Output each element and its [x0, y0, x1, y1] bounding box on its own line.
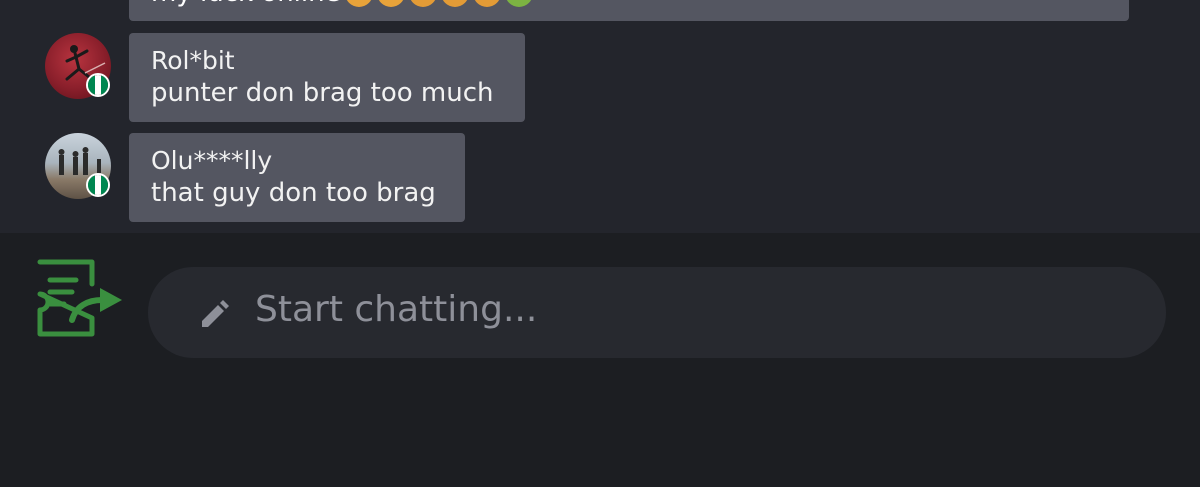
message-text: punter don brag too much: [151, 78, 494, 108]
sender-name: Olu****lly: [151, 146, 273, 175]
bet-slip-share-icon[interactable]: [36, 258, 124, 338]
chat-bubble: my luck online: [129, 0, 1129, 21]
crying-emoji-icon: [376, 0, 405, 7]
nauseated-emoji-icon: [504, 0, 533, 7]
weary-emoji-icon: [408, 0, 437, 7]
chat-bubble: Rol*bit punter don brag too much: [129, 33, 525, 122]
message-text: that guy don too brag: [151, 178, 436, 208]
chat-input-placeholder: Start chatting...: [255, 289, 538, 330]
chat-bubble: Olu****lly that guy don too brag: [129, 133, 465, 222]
weary-emoji-icon: [440, 0, 469, 7]
sender-name: Rol*bit: [151, 46, 235, 75]
nigeria-flag-icon: [86, 73, 110, 97]
message-text: my luck online: [151, 0, 341, 8]
nigeria-flag-icon: [86, 173, 110, 197]
pencil-icon: [202, 300, 229, 327]
crying-emoji-icon: [344, 0, 373, 7]
weary-emoji-icon: [472, 0, 501, 7]
chat-message-list[interactable]: my luck online Rol*bit punter don brag: [0, 0, 1200, 233]
